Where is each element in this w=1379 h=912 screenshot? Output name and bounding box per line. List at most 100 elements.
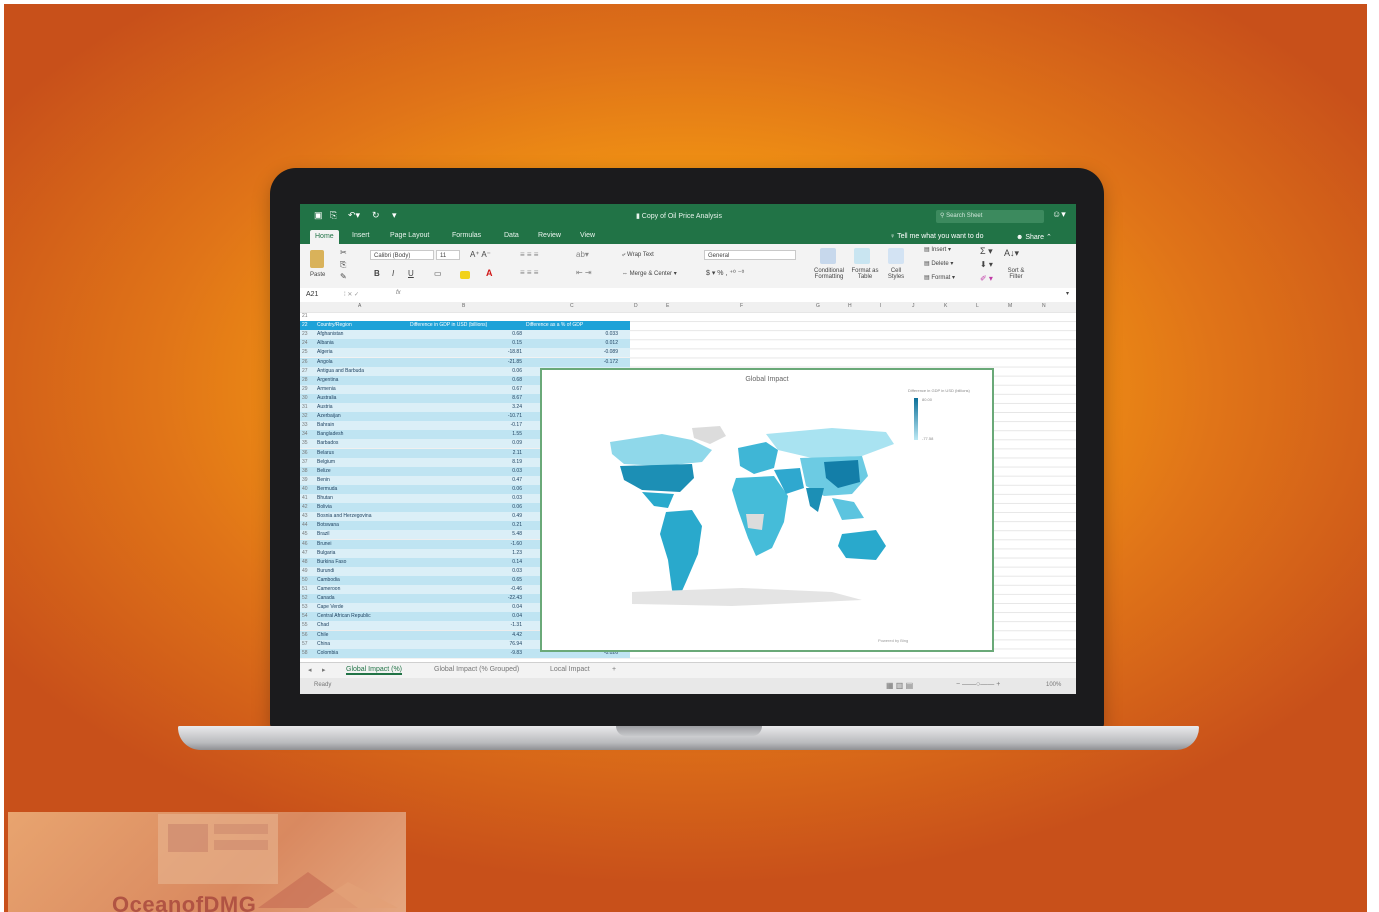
cell-country[interactable]: Algeria — [315, 348, 407, 357]
cell-country[interactable]: Belarus — [315, 449, 407, 458]
cell-styles-label[interactable]: Cell Styles — [884, 268, 908, 280]
tab-review[interactable]: Review — [538, 232, 561, 239]
cell-gdp-diff[interactable]: 8.19 — [410, 458, 522, 467]
add-sheet-icon[interactable]: + — [612, 666, 616, 673]
number-format-select[interactable]: General — [704, 250, 796, 260]
tab-view[interactable]: View — [580, 232, 595, 239]
clear-icon[interactable]: ✐ ▾ — [980, 274, 993, 283]
cell-country[interactable]: Afghanistan — [315, 330, 407, 339]
table-header-row[interactable]: 22 Country/Region Difference in GDP in USD… — [300, 321, 630, 331]
cell-gdp-diff[interactable]: 0.06 — [410, 503, 522, 512]
col-j[interactable]: J — [912, 303, 915, 309]
cell-country[interactable]: Cape Verde — [315, 603, 407, 612]
share-button[interactable]: ☻ Share ⌃ — [1016, 233, 1052, 241]
cell-country[interactable]: Canada — [315, 594, 407, 603]
cell-gdp-diff[interactable]: 0.03 — [410, 567, 522, 576]
name-box[interactable]: A21 — [306, 291, 318, 298]
cell-country[interactable]: Cambodia — [315, 576, 407, 585]
cell-country[interactable]: Bolivia — [315, 503, 407, 512]
cell-gdp-diff[interactable]: -9.83 — [410, 649, 522, 658]
paste-icon[interactable] — [310, 250, 324, 268]
cell-country[interactable]: Central African Republic — [315, 612, 407, 621]
col-e[interactable]: E — [666, 303, 669, 309]
insert-cells-button[interactable]: ▤ Insert ▾ — [924, 246, 951, 253]
wrap-text-button[interactable]: ⤶ Wrap Text — [622, 252, 654, 259]
map-chart[interactable]: Global Impact Difference in GDP in USD (… — [540, 368, 994, 652]
borders-icon[interactable]: ▭ — [434, 269, 442, 278]
col-i[interactable]: I — [880, 303, 881, 309]
sheet-tab-global-impact[interactable]: Global Impact (%) — [346, 666, 403, 675]
save-icon[interactable]: ⎘ — [330, 210, 337, 221]
cell-country[interactable]: Burkina Faso — [315, 558, 407, 567]
cell-gdp-diff[interactable]: -22.43 — [410, 594, 522, 603]
cell-gdp-diff[interactable]: 0.04 — [410, 612, 522, 621]
header-gdp-diff[interactable]: Difference in GDP in USD (billions) — [410, 321, 522, 330]
cell-gdp-diff[interactable]: 8.67 — [410, 394, 522, 403]
cell-gdp-diff[interactable]: -1.60 — [410, 540, 522, 549]
font-name-select[interactable]: Calibri (Body) — [370, 250, 434, 260]
col-c[interactable]: C — [570, 303, 574, 309]
fill-color-icon[interactable] — [460, 271, 470, 279]
italic-icon[interactable]: I — [392, 269, 394, 278]
cut-icon[interactable]: ✂ — [340, 248, 347, 257]
underline-icon[interactable]: U — [408, 269, 414, 278]
col-f[interactable]: F — [740, 303, 743, 309]
col-l[interactable]: L — [976, 303, 979, 309]
tab-formulas[interactable]: Formulas — [452, 232, 481, 239]
cell-styles-icon[interactable] — [888, 248, 904, 264]
tab-insert[interactable]: Insert — [352, 232, 370, 239]
customize-icon[interactable]: ▾ — [392, 210, 397, 221]
cell-gdp-diff[interactable]: 0.04 — [410, 603, 522, 612]
table-row[interactable]: 25 Algeria -18.81 -0.089 — [300, 348, 630, 358]
cell-gdp-diff[interactable]: 0.14 — [410, 558, 522, 567]
cell-gdp-diff[interactable]: -0.46 — [410, 585, 522, 594]
cell-country[interactable]: Bulgaria — [315, 549, 407, 558]
cell-country[interactable]: Bhutan — [315, 494, 407, 503]
view-buttons[interactable]: ▦ ▥ ▤ — [886, 681, 913, 690]
indent-icon[interactable]: ⇤ ⇥ — [576, 268, 592, 277]
fill-icon[interactable]: ⬇ ▾ — [980, 260, 993, 269]
copy-icon[interactable]: ⎘ — [340, 260, 346, 270]
autosum-icon[interactable]: Σ ▾ — [980, 246, 993, 257]
cell-country[interactable]: Armenia — [315, 385, 407, 394]
cell-gdp-diff[interactable]: 0.03 — [410, 494, 522, 503]
format-as-table-label[interactable]: Format as Table — [850, 268, 880, 280]
fx-icon[interactable]: fx — [396, 290, 401, 296]
cell-country[interactable]: Burundi — [315, 567, 407, 576]
cell-country[interactable]: Brazil — [315, 530, 407, 539]
cell-country[interactable]: Azerbaijan — [315, 412, 407, 421]
cell-country[interactable]: Chad — [315, 621, 407, 630]
cancel-icon[interactable]: ⁞ ✕ ✓ — [344, 291, 359, 298]
cell-country[interactable]: Belize — [315, 467, 407, 476]
cell-gdp-diff[interactable]: 1.23 — [410, 549, 522, 558]
cell-gdp-diff[interactable]: 0.06 — [410, 367, 522, 376]
increase-font-icon[interactable]: A⁺ A⁻ — [470, 250, 491, 259]
expand-formula-icon[interactable]: ▾ — [1066, 290, 1069, 297]
cell-country[interactable]: China — [315, 640, 407, 649]
cell-country[interactable]: Botswana — [315, 521, 407, 530]
cell-gdp-diff[interactable]: 0.15 — [410, 339, 522, 348]
cell-pct-diff[interactable]: 0.033 — [526, 330, 618, 339]
cell-gdp-diff[interactable]: -21.85 — [410, 358, 522, 367]
cell-gdp-diff[interactable]: 0.03 — [410, 467, 522, 476]
cell-country[interactable]: Antigua and Barbuda — [315, 367, 407, 376]
format-painter-icon[interactable]: ✎ — [340, 272, 347, 281]
cell-country[interactable]: Bermuda — [315, 485, 407, 494]
redo-icon[interactable]: ↻ — [372, 210, 380, 221]
orientation-icon[interactable]: ab▾ — [576, 250, 589, 259]
sort-filter-label[interactable]: Sort & Filter — [1004, 268, 1028, 280]
align-top-icon[interactable]: ≡ ≡ ≡ — [520, 250, 538, 259]
cell-gdp-diff[interactable]: 0.68 — [410, 376, 522, 385]
col-n[interactable]: N — [1042, 303, 1046, 309]
header-country[interactable]: Country/Region — [315, 321, 407, 330]
table-row[interactable]: 26 Angola -21.85 -0.172 — [300, 357, 630, 367]
table-row[interactable]: 24 Albania 0.15 0.012 — [300, 339, 630, 349]
cell-country[interactable]: Belgium — [315, 458, 407, 467]
account-icon[interactable]: ☺▾ — [1052, 209, 1066, 220]
cell-gdp-diff[interactable]: 0.68 — [410, 330, 522, 339]
delete-cells-button[interactable]: ▤ Delete ▾ — [924, 260, 953, 267]
cell-gdp-diff[interactable]: 0.47 — [410, 476, 522, 485]
cell-gdp-diff[interactable]: 0.65 — [410, 576, 522, 585]
font-size-select[interactable]: 11 — [436, 250, 460, 260]
col-g[interactable]: G — [816, 303, 820, 309]
